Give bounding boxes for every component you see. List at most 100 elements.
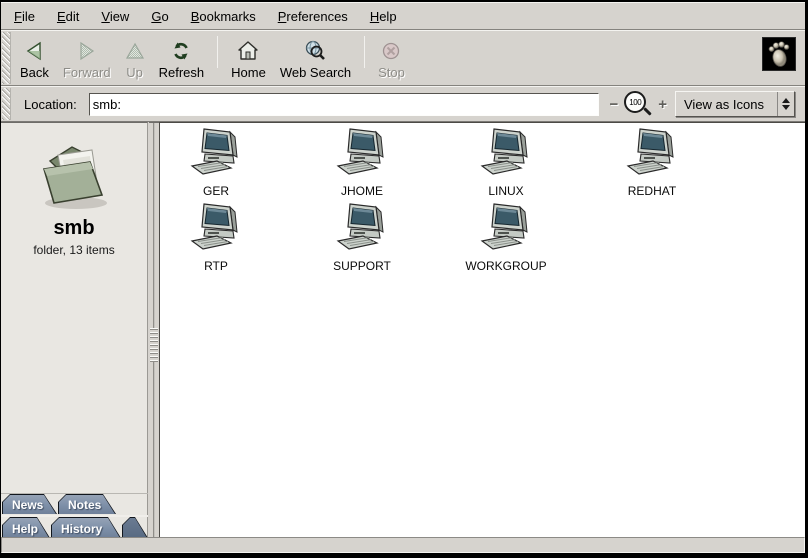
- computer-icon: [480, 203, 532, 256]
- toolbar: Back Forward Up: [1, 30, 805, 86]
- tab-help-label: Help: [3, 521, 38, 536]
- zoom-in-button[interactable]: +: [658, 97, 667, 112]
- file-item-workgroup[interactable]: WORKGROUP: [454, 203, 558, 273]
- menu-view[interactable]: View: [101, 9, 129, 24]
- home-button[interactable]: Home: [224, 31, 273, 85]
- file-item-ger[interactable]: GER: [164, 128, 268, 198]
- file-item-linux[interactable]: LINUX: [454, 128, 558, 198]
- file-item-rtp[interactable]: RTP: [164, 203, 268, 273]
- file-item-label: JHOME: [341, 184, 383, 198]
- file-item-label: REDHAT: [628, 184, 676, 198]
- file-item-redhat[interactable]: REDHAT: [600, 128, 704, 198]
- sidebar-tab-notes[interactable]: Notes: [58, 494, 116, 514]
- menu-view-mnemonic: V: [101, 9, 109, 24]
- computer-icon: [480, 128, 532, 181]
- icon-view: GER JHOME: [159, 122, 805, 537]
- sidebar-tab-row-2: Help History: [1, 515, 148, 538]
- file-item-label: SUPPORT: [333, 259, 391, 273]
- location-bar-drag-handle[interactable]: [2, 88, 11, 120]
- computer-icon: [336, 128, 388, 181]
- computer-icon: [626, 128, 678, 181]
- menu-file-rest: ile: [22, 9, 35, 24]
- file-item-label: GER: [203, 184, 229, 198]
- up-icon: [125, 39, 145, 62]
- file-item-label: WORKGROUP: [465, 259, 546, 273]
- menu-go-rest: o: [161, 9, 168, 24]
- zoom-level-indicator[interactable]: 100: [623, 90, 653, 118]
- menu-go-mnemonic: G: [151, 9, 161, 24]
- sidebar-tab-news[interactable]: News: [2, 494, 57, 514]
- location-label: Location:: [24, 97, 77, 112]
- stop-icon: [381, 39, 401, 62]
- forward-button: Forward: [56, 31, 118, 85]
- refresh-label: Refresh: [159, 65, 205, 80]
- menu-edit-rest: dit: [66, 9, 80, 24]
- refresh-icon: [171, 39, 191, 62]
- menu-help-rest: elp: [379, 9, 396, 24]
- web-search-label: Web Search: [280, 65, 351, 80]
- dropdown-spinner-icon: [777, 92, 794, 116]
- menu-preferences-rest: references: [286, 9, 347, 24]
- home-icon: [237, 39, 259, 62]
- menu-file[interactable]: File: [14, 9, 35, 24]
- zoom-out-button[interactable]: −: [609, 97, 618, 112]
- web-search-button[interactable]: Web Search: [273, 31, 358, 85]
- window-chrome: File Edit View Go Bookmarks Preferences …: [1, 2, 805, 553]
- forward-icon: [77, 39, 97, 62]
- menu-bookmarks[interactable]: Bookmarks: [191, 9, 256, 24]
- sidebar-tab-help[interactable]: Help: [2, 517, 50, 538]
- content-area: smb folder, 13 items News Notes Help: [1, 122, 805, 537]
- sidebar-tab-history[interactable]: History: [51, 517, 121, 538]
- nautilus-window: File Edit View Go Bookmarks Preferences …: [0, 0, 808, 558]
- menu-file-mnemonic: F: [14, 9, 22, 24]
- computer-icon: [190, 203, 242, 256]
- file-item-jhome[interactable]: JHOME: [310, 128, 414, 198]
- sidebar-folder-subtitle: folder, 13 items: [1, 243, 147, 257]
- file-item-label: LINUX: [488, 184, 523, 198]
- file-item-support[interactable]: SUPPORT: [310, 203, 414, 273]
- menu-help[interactable]: Help: [370, 9, 397, 24]
- menu-bar: File Edit View Go Bookmarks Preferences …: [1, 2, 805, 30]
- chevron-down-icon: [782, 105, 790, 110]
- sidebar-tab-row-1: News Notes: [1, 493, 148, 514]
- splitter-handle[interactable]: [150, 328, 158, 362]
- tab-history-label: History: [52, 521, 102, 536]
- sidebar-splitter: [149, 122, 159, 537]
- forward-label: Forward: [63, 65, 111, 80]
- menu-bookmarks-rest: ookmarks: [199, 9, 255, 24]
- view-mode-dropdown[interactable]: View as Icons: [675, 91, 795, 117]
- location-input[interactable]: smb:: [89, 93, 600, 116]
- sidebar: smb folder, 13 items News Notes Help: [1, 122, 148, 537]
- refresh-button[interactable]: Refresh: [152, 31, 212, 85]
- gnome-foot-logo: [762, 37, 796, 71]
- toolbar-drag-handle[interactable]: [2, 32, 11, 84]
- back-icon: [24, 39, 44, 62]
- computer-icon: [190, 128, 242, 181]
- toolbar-separator: [217, 36, 218, 68]
- web-search-icon: [304, 39, 326, 62]
- sidebar-folder-title: smb: [1, 217, 147, 240]
- status-bar: [1, 537, 805, 553]
- tab-news-label: News: [3, 497, 43, 512]
- back-button[interactable]: Back: [13, 31, 56, 85]
- tab-notes-label: Notes: [59, 497, 101, 512]
- stop-label: Stop: [378, 65, 405, 80]
- up-label: Up: [126, 65, 143, 80]
- zoom-control: − 100 +: [609, 90, 667, 118]
- computer-icon: [336, 203, 388, 256]
- menu-help-mnemonic: H: [370, 9, 379, 24]
- sidebar-tab-partial[interactable]: [122, 517, 148, 538]
- magnifier-handle-icon: [643, 107, 651, 115]
- stop-button: Stop: [371, 31, 412, 85]
- chevron-up-icon: [782, 98, 790, 103]
- menu-go[interactable]: Go: [151, 9, 168, 24]
- location-bar: Location: smb: − 100 + View as Icons: [1, 86, 805, 122]
- menu-preferences[interactable]: Preferences: [278, 9, 348, 24]
- view-mode-label: View as Icons: [676, 97, 777, 112]
- folder-icon: [1, 137, 147, 215]
- menu-view-rest: iew: [110, 9, 130, 24]
- home-label: Home: [231, 65, 266, 80]
- menu-edit[interactable]: Edit: [57, 9, 79, 24]
- file-item-label: RTP: [204, 259, 228, 273]
- back-label: Back: [20, 65, 49, 80]
